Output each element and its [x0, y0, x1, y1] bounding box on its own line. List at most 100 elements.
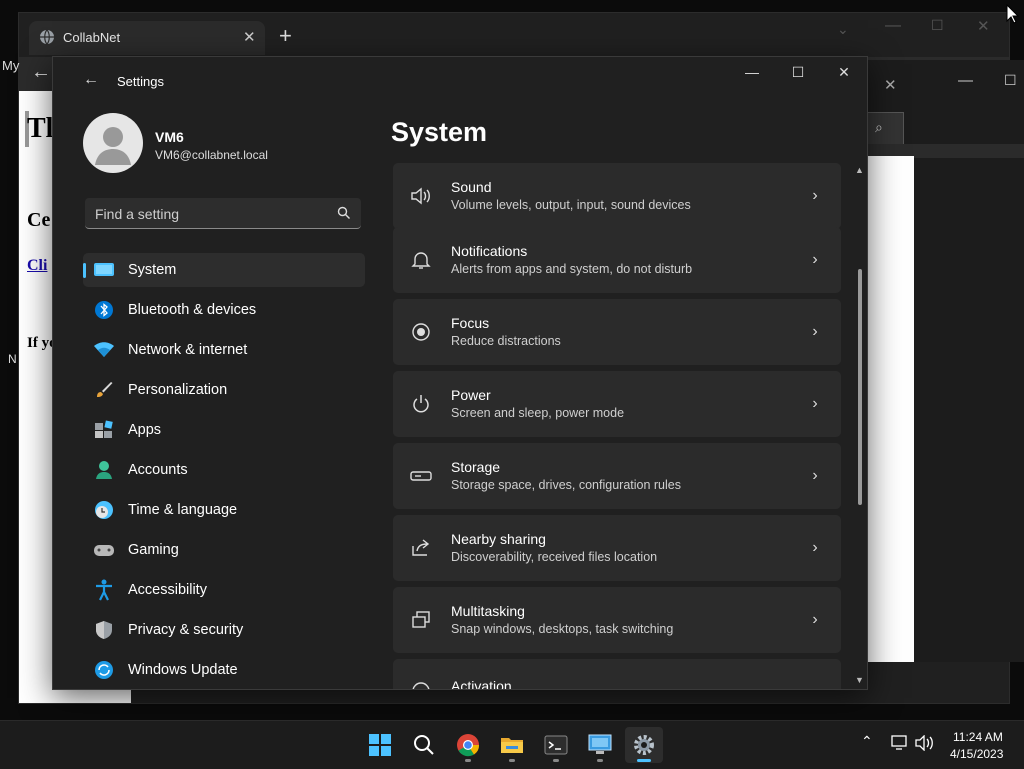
clock-time[interactable]: 11:24 AM	[953, 730, 1003, 744]
sidebar-item-label: Accessibility	[128, 582, 207, 598]
sidebar-item-system[interactable]: System	[83, 253, 365, 287]
new-tab-button[interactable]: +	[279, 23, 292, 49]
search-box[interactable]: ⌕	[866, 112, 904, 146]
accessibility-icon	[93, 579, 115, 601]
taskbar-remote-desktop[interactable]	[581, 727, 619, 763]
activation-icon	[409, 679, 433, 689]
maximize-button[interactable]: ☐	[775, 57, 821, 87]
card-storage[interactable]: Storage Storage space, drives, configurat…	[393, 443, 841, 509]
sidebar-item-label: Time & language	[128, 502, 238, 518]
browser-tab-title: CollabNet	[63, 30, 121, 45]
card-subtitle: Alerts from apps and system, do not dist…	[451, 262, 693, 276]
user-name: VM6	[155, 129, 184, 145]
gear-icon	[634, 735, 654, 755]
search-icon	[414, 735, 434, 755]
search-field[interactable]: Find a setting	[85, 198, 361, 229]
mouse-cursor-icon	[1006, 4, 1020, 24]
sidebar-item-apps[interactable]: Apps	[83, 413, 365, 447]
settings-window: ← Settings — ☐ ✕ VM6 VM6@collabnet.local…	[52, 56, 868, 690]
card-title: Sound	[451, 179, 492, 195]
card-notifications[interactable]: Notifications Alerts from apps and system…	[393, 227, 841, 293]
maximize-icon[interactable]: ☐	[1004, 72, 1017, 89]
card-power[interactable]: Power Screen and sleep, power mode ›	[393, 371, 841, 437]
network-icon[interactable]	[891, 735, 909, 751]
minimize-icon[interactable]: —	[885, 17, 901, 35]
person-icon	[95, 127, 131, 165]
taskbar-search-button[interactable]	[405, 727, 443, 763]
remote-desktop-icon	[588, 734, 612, 754]
search-icon: ⌕	[875, 119, 883, 135]
taskbar: ⌃ 11:24 AM 4/15/2023	[0, 720, 1024, 769]
sidebar-item-label: Apps	[128, 422, 162, 438]
scrollbar[interactable]: ▲ ▼	[853, 165, 867, 689]
shield-icon	[93, 619, 115, 641]
card-nearby-sharing[interactable]: Nearby sharing Discoverability, received …	[393, 515, 841, 581]
chrome-icon	[457, 734, 480, 757]
edge-text-my: My	[2, 58, 20, 73]
card-focus[interactable]: Focus Reduce distractions ›	[393, 299, 841, 365]
card-multitasking[interactable]: Multitasking Snap windows, desktops, task…	[393, 587, 841, 653]
windows-logo-icon	[369, 734, 391, 756]
browser-tab-bar: CollabNet ✕ + ⌄ — ☐ ✕	[19, 13, 1009, 57]
sidebar-item-accessibility[interactable]: Accessibility	[83, 573, 365, 607]
card-subtitle: Screen and sleep, power mode	[451, 406, 625, 420]
avatar[interactable]	[83, 113, 143, 173]
apps-icon	[93, 419, 115, 441]
chevron-right-icon: ›	[812, 395, 818, 412]
taskbar-chrome[interactable]	[449, 727, 487, 763]
globe-icon	[39, 29, 55, 48]
chevron-up-icon[interactable]: ⌃	[861, 733, 873, 750]
sidebar-item-network[interactable]: Network & internet	[83, 333, 365, 367]
search-placeholder: Find a setting	[95, 206, 180, 222]
chevron-right-icon: ›	[812, 187, 818, 204]
sidebar-item-bluetooth[interactable]: Bluetooth & devices	[83, 293, 365, 327]
sidebar-item-label: Bluetooth & devices	[128, 302, 257, 318]
white-panel	[866, 156, 914, 662]
accounts-icon	[93, 459, 115, 481]
tab-search-icon[interactable]: ⌄	[837, 21, 849, 38]
sidebar-item-time-language[interactable]: Time & language	[83, 493, 365, 527]
sidebar-item-label: Gaming	[128, 542, 179, 558]
bluetooth-icon	[93, 299, 115, 321]
volume-icon[interactable]	[915, 735, 935, 751]
close-icon[interactable]: ✕	[884, 76, 897, 94]
card-title: Notifications	[451, 243, 528, 259]
maximize-icon[interactable]: ☐	[931, 17, 944, 34]
card-title: Multitasking	[451, 603, 525, 619]
clock-date[interactable]: 4/15/2023	[950, 747, 1003, 761]
close-button[interactable]: ✕	[821, 57, 867, 87]
sidebar-item-label: Personalization	[128, 382, 228, 398]
card-sound[interactable]: Sound Volume levels, output, input, sound…	[393, 163, 841, 229]
user-email: VM6@collabnet.local	[155, 148, 268, 162]
minimize-button[interactable]: —	[729, 57, 775, 87]
scrollbar-thumb[interactable]	[858, 269, 862, 505]
start-button[interactable]	[361, 727, 399, 763]
sidebar-item-privacy-security[interactable]: Privacy & security	[83, 613, 365, 647]
sidebar-item-gaming[interactable]: Gaming	[83, 533, 365, 567]
card-title: Storage	[451, 459, 501, 475]
scroll-up-icon[interactable]: ▲	[855, 165, 864, 175]
minimize-icon[interactable]: —	[958, 72, 973, 89]
back-arrow-icon[interactable]: ←	[31, 61, 51, 84]
bell-icon	[409, 248, 433, 272]
sidebar-item-accounts[interactable]: Accounts	[83, 453, 365, 487]
card-activation[interactable]: Activation	[393, 659, 841, 689]
taskbar-file-explorer[interactable]	[493, 727, 531, 763]
sidebar-item-label: Privacy & security	[128, 622, 244, 638]
page-link[interactable]: Cli	[27, 257, 47, 275]
taskbar-settings[interactable]	[625, 727, 663, 763]
edge-text-n: N	[8, 352, 17, 366]
taskbar-terminal[interactable]	[537, 727, 575, 763]
terminal-icon	[544, 735, 568, 755]
browser-tab[interactable]: CollabNet ✕	[29, 21, 265, 55]
page-subheading: Ce	[27, 209, 51, 231]
card-title: Activation	[451, 678, 512, 689]
close-tab-icon[interactable]: ✕	[243, 28, 256, 46]
sidebar-item-windows-update[interactable]: Windows Update	[83, 653, 365, 687]
sidebar-item-personalization[interactable]: Personalization	[83, 373, 365, 407]
gamepad-icon	[93, 539, 115, 561]
storage-icon	[409, 464, 433, 488]
background-window: ✕ — ☐ ⌕	[866, 60, 1024, 662]
scroll-down-icon[interactable]: ▼	[855, 675, 864, 685]
close-icon[interactable]: ✕	[977, 17, 990, 35]
